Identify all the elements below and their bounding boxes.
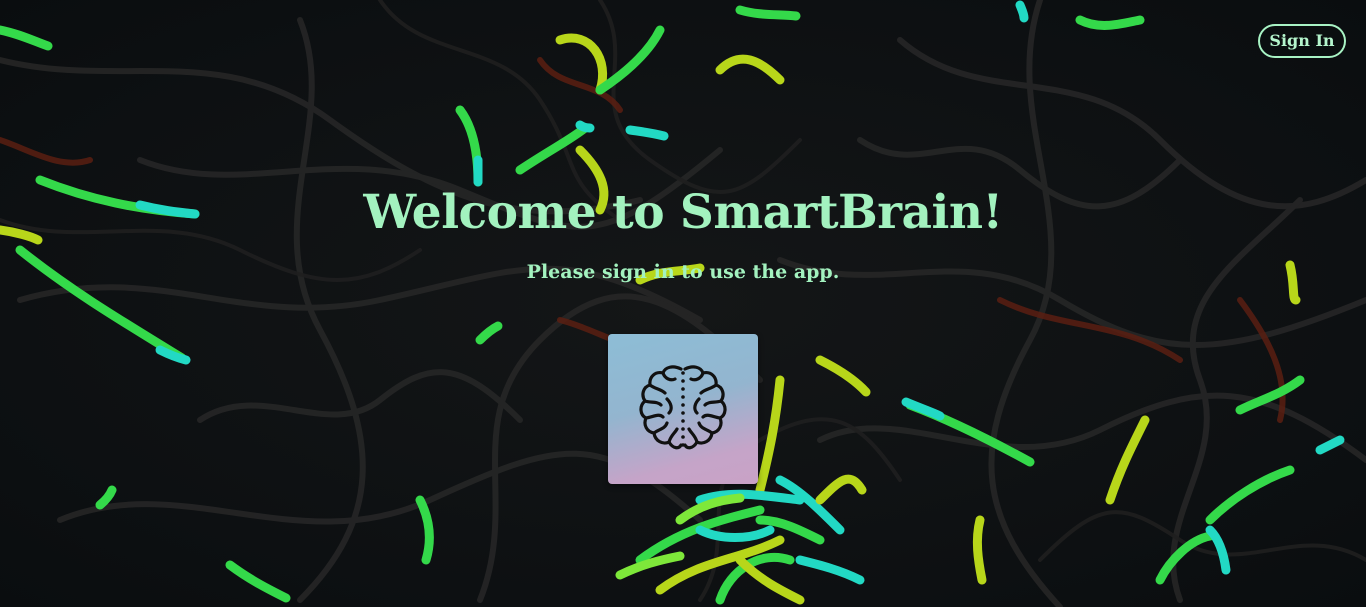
particles-background xyxy=(0,0,1366,607)
sign-in-button[interactable]: Sign In xyxy=(1258,24,1346,58)
app-page: Sign In Welcome to SmartBrain! Please si… xyxy=(0,0,1366,607)
page-subtitle: Please sign in to use the app. xyxy=(526,261,840,283)
brain-icon xyxy=(639,365,727,450)
app-logo xyxy=(608,334,758,484)
page-title: Welcome to SmartBrain! xyxy=(363,185,1003,240)
